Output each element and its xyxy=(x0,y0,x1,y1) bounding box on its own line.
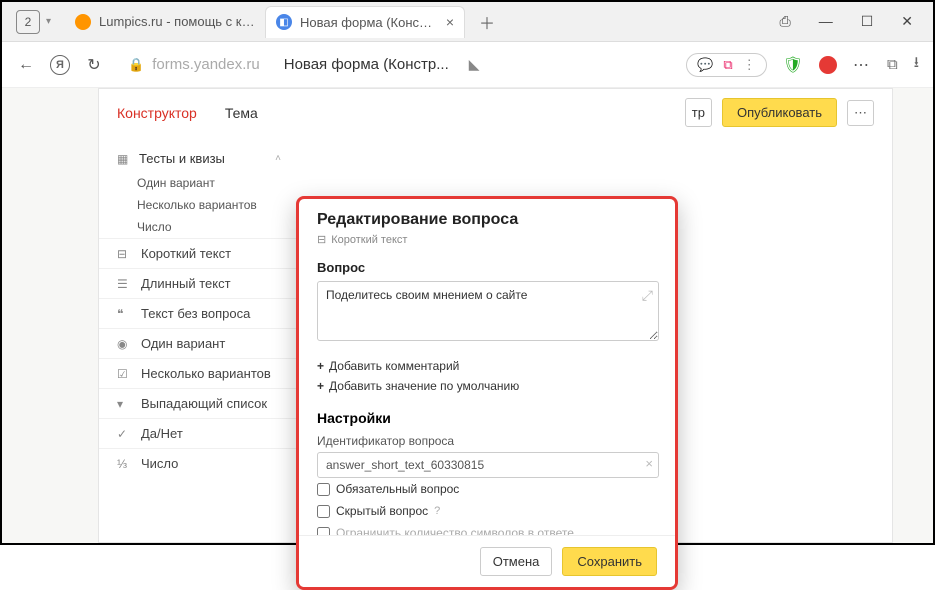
sidebar-item-yesno[interactable]: ✓Да/Нет xyxy=(99,418,299,448)
yandex-home-icon[interactable]: Я xyxy=(50,55,70,75)
more-icon[interactable]: ⋯ xyxy=(853,55,871,75)
cancel-button[interactable]: Отмена xyxy=(480,547,553,576)
browser-tab-active[interactable]: ◧ Новая форма (Констру × xyxy=(265,6,465,38)
radio-icon: ◉ xyxy=(117,337,131,351)
hidden-checkbox[interactable] xyxy=(317,505,330,518)
favicon-icon xyxy=(75,14,91,30)
question-id-input[interactable] xyxy=(317,452,659,478)
dropdown-icon: ▾ xyxy=(117,397,131,411)
lock-icon: 🔒 xyxy=(128,57,144,73)
translate-icon: ⧉ xyxy=(723,57,732,73)
tab-label: Новая форма (Констру xyxy=(300,15,438,30)
quiz-icon: ▦ xyxy=(117,152,131,166)
sidebar-sub-item[interactable]: Число xyxy=(99,216,299,238)
reload-icon[interactable]: ↻ xyxy=(84,55,104,75)
sidebar-item-long-text[interactable]: ☰Длинный текст xyxy=(99,268,299,298)
chevron-up-icon: ˄ xyxy=(275,153,281,164)
publish-button[interactable]: Опубликовать xyxy=(722,98,837,127)
text-icon: ❝ xyxy=(117,307,131,321)
download-icon[interactable]: ⭳ xyxy=(914,52,919,77)
tab-label: Lumpics.ru - помощь с кол xyxy=(99,14,255,29)
adblock-icon[interactable] xyxy=(819,56,837,74)
bookmark-icon[interactable]: ◣ xyxy=(469,56,480,73)
sidebar-item-dropdown[interactable]: ▾Выпадающий список xyxy=(99,388,299,418)
minimize-icon[interactable]: — xyxy=(819,13,833,30)
menu-dots-icon: ⋮ xyxy=(743,57,756,73)
chat-icon: 💬 xyxy=(697,57,713,73)
question-type-sidebar: ▦ Тесты и квизы ˄ Один вариант Несколько… xyxy=(99,137,299,486)
favicon-icon: ◧ xyxy=(276,14,292,30)
clear-icon[interactable]: × xyxy=(645,456,653,471)
id-field-label: Идентификатор вопроса xyxy=(317,434,659,448)
sidebar-item-short-text[interactable]: ⊟Короткий текст xyxy=(99,238,299,268)
required-checkbox-row[interactable]: Обязательный вопрос xyxy=(317,478,659,500)
tab-theme[interactable]: Тема xyxy=(225,105,258,121)
question-type-indicator: ⊟ Короткий текст xyxy=(317,233,659,246)
settings-heading: Настройки xyxy=(317,410,659,426)
long-text-icon: ☰ xyxy=(117,277,131,291)
sidebar-item-checkbox[interactable]: ☑Несколько вариантов xyxy=(99,358,299,388)
address-bar: ← Я ↻ 🔒 forms.yandex.ru Новая форма (Кон… xyxy=(2,42,933,88)
help-icon[interactable]: ? xyxy=(434,505,440,517)
sidebar-item-number[interactable]: ⅓Число xyxy=(99,448,299,478)
question-field-label: Вопрос xyxy=(317,260,659,275)
question-text-input[interactable] xyxy=(317,281,659,341)
expand-icon[interactable]: ⤢ xyxy=(642,287,653,304)
chevron-down-icon[interactable]: ▾ xyxy=(46,16,51,27)
add-comment-link[interactable]: +Добавить комментарий xyxy=(317,356,659,376)
library-icon[interactable]: ⎙ xyxy=(780,13,791,30)
page-body: Конструктор Тема тр Опубликовать ⋯ ▦ Тес… xyxy=(2,88,933,543)
page-title-bar: Новая форма (Констр... xyxy=(284,56,449,73)
new-tab-button[interactable]: ＋ xyxy=(475,10,499,34)
form-editor-tabs: Конструктор Тема тр Опубликовать ⋯ xyxy=(99,89,892,137)
more-actions-button[interactable]: ⋯ xyxy=(847,100,874,126)
browser-tab[interactable]: Lumpics.ru - помощь с кол xyxy=(65,6,265,38)
number-icon: ⅓ xyxy=(117,457,131,471)
sidebar-item-radio[interactable]: ◉Один вариант xyxy=(99,328,299,358)
sidebar-item-static-text[interactable]: ❝Текст без вопроса xyxy=(99,298,299,328)
sidebar-sub-item[interactable]: Несколько вариантов xyxy=(99,194,299,216)
sidebar-group-tests[interactable]: ▦ Тесты и квизы ˄ xyxy=(99,145,299,172)
limit-chars-checkbox[interactable] xyxy=(317,527,330,536)
back-icon[interactable]: ← xyxy=(16,56,36,74)
save-button[interactable]: Сохранить xyxy=(562,547,657,576)
close-window-icon[interactable]: ✕ xyxy=(901,13,913,30)
sidebar-toggle-icon[interactable]: ⧉ xyxy=(887,56,898,73)
tab-constructor[interactable]: Конструктор xyxy=(117,105,197,121)
preview-button[interactable]: тр xyxy=(685,98,712,127)
check-icon: ✓ xyxy=(117,427,131,441)
limit-chars-checkbox-row[interactable]: Ограничить количество символов в ответе xyxy=(317,522,659,535)
url-box[interactable]: 🔒 forms.yandex.ru xyxy=(118,50,270,79)
maximize-icon[interactable]: ☐ xyxy=(861,13,874,30)
extension-pill[interactable]: 💬 ⧉ ⋮ xyxy=(686,53,766,77)
short-text-icon: ⊟ xyxy=(317,233,326,246)
tab-count-badge[interactable]: 2 xyxy=(16,10,40,34)
sidebar-sub-item[interactable]: Один вариант xyxy=(99,172,299,194)
required-checkbox[interactable] xyxy=(317,483,330,496)
checkbox-icon: ☑ xyxy=(117,367,131,381)
shield-icon[interactable]: 🛡 xyxy=(783,55,803,75)
url-host-text: forms.yandex.ru xyxy=(152,56,260,73)
add-default-value-link[interactable]: +Добавить значение по умолчанию xyxy=(317,376,659,396)
short-text-icon: ⊟ xyxy=(117,247,131,261)
modal-title: Редактирование вопроса xyxy=(317,211,659,229)
hidden-checkbox-row[interactable]: Скрытый вопрос? xyxy=(317,500,659,522)
close-icon[interactable]: × xyxy=(446,14,454,30)
modal-footer: Отмена Сохранить xyxy=(299,535,675,587)
browser-tab-bar: 2 ▾ Lumpics.ru - помощь с кол ◧ Новая фо… xyxy=(2,2,933,42)
edit-question-modal: Редактирование вопроса ⊟ Короткий текст … xyxy=(296,196,678,590)
